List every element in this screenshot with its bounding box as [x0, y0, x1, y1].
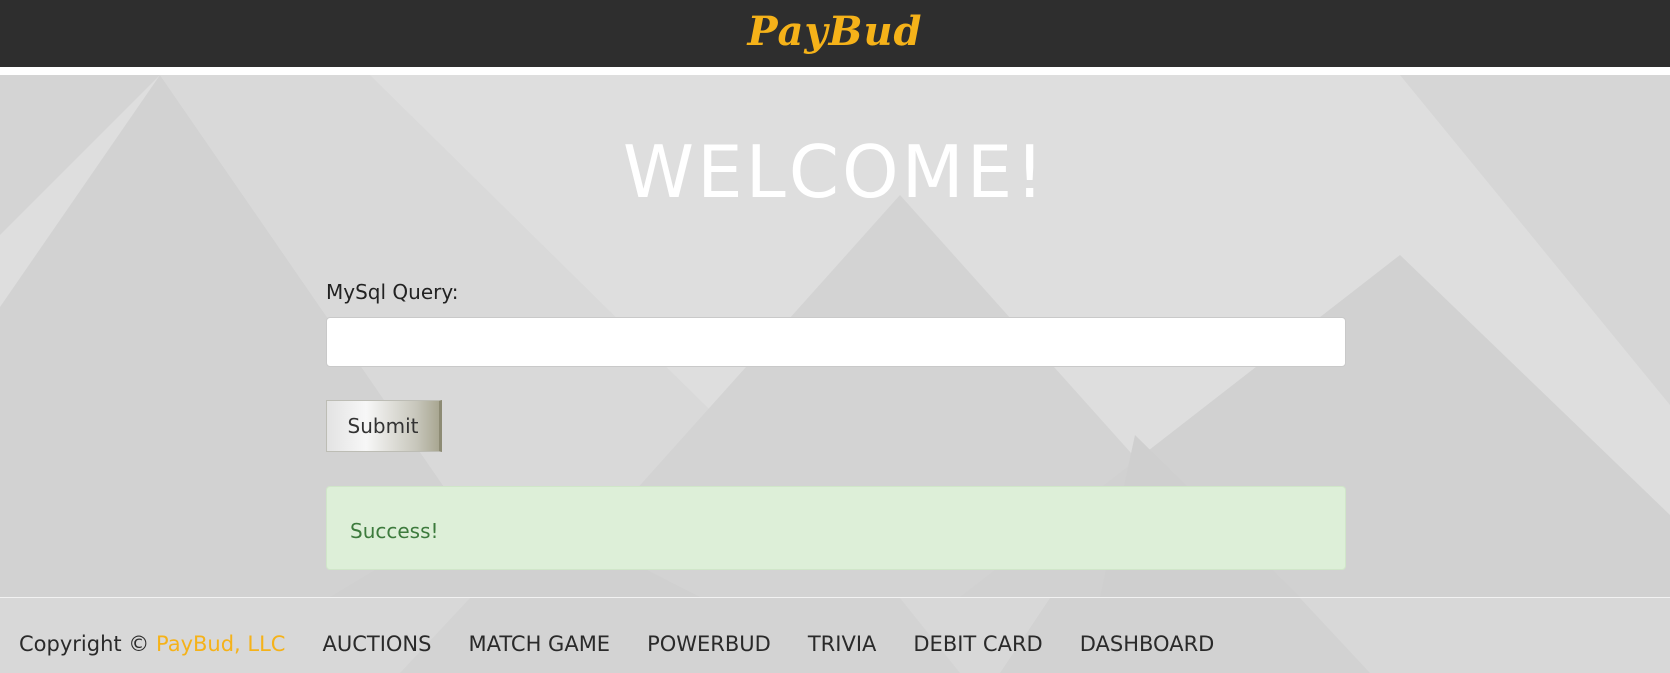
copyright-brand-link[interactable]: PayBud, LLC [156, 632, 285, 656]
footer: Copyright © PayBud, LLC AUCTIONS MATCH GA… [0, 598, 1670, 673]
alert-text: Success! [350, 519, 439, 543]
header-divider [0, 67, 1670, 75]
page-title: WELCOME! [622, 130, 1048, 214]
footer-link-dashboard[interactable]: DASHBOARD [1080, 632, 1215, 656]
query-input[interactable] [326, 317, 1346, 367]
paybud-logo[interactable]: PayBud [0, 8, 1670, 55]
query-label: MySql Query: [326, 280, 459, 304]
submit-button[interactable]: Submit [326, 400, 442, 452]
footer-content: Copyright © PayBud, LLC AUCTIONS MATCH GA… [19, 632, 1214, 656]
success-alert: Success! [326, 486, 1346, 570]
footer-link-auctions[interactable]: AUCTIONS [322, 632, 431, 656]
query-form: MySql Query: Submit Success! [326, 280, 1346, 570]
footer-link-powerbud[interactable]: POWERBUD [647, 632, 771, 656]
top-header-bar: PayBud [0, 0, 1670, 67]
copyright-prefix: Copyright © [19, 632, 150, 656]
footer-link-match-game[interactable]: MATCH GAME [468, 632, 610, 656]
footer-link-debit-card[interactable]: DEBIT CARD [913, 632, 1042, 656]
footer-nav: AUCTIONS MATCH GAME POWERBUD TRIVIA DEBIT CA… [285, 632, 1214, 656]
footer-link-trivia[interactable]: TRIVIA [808, 632, 877, 656]
main-content: WELCOME! MySql Query: Submit Success! [0, 75, 1670, 597]
